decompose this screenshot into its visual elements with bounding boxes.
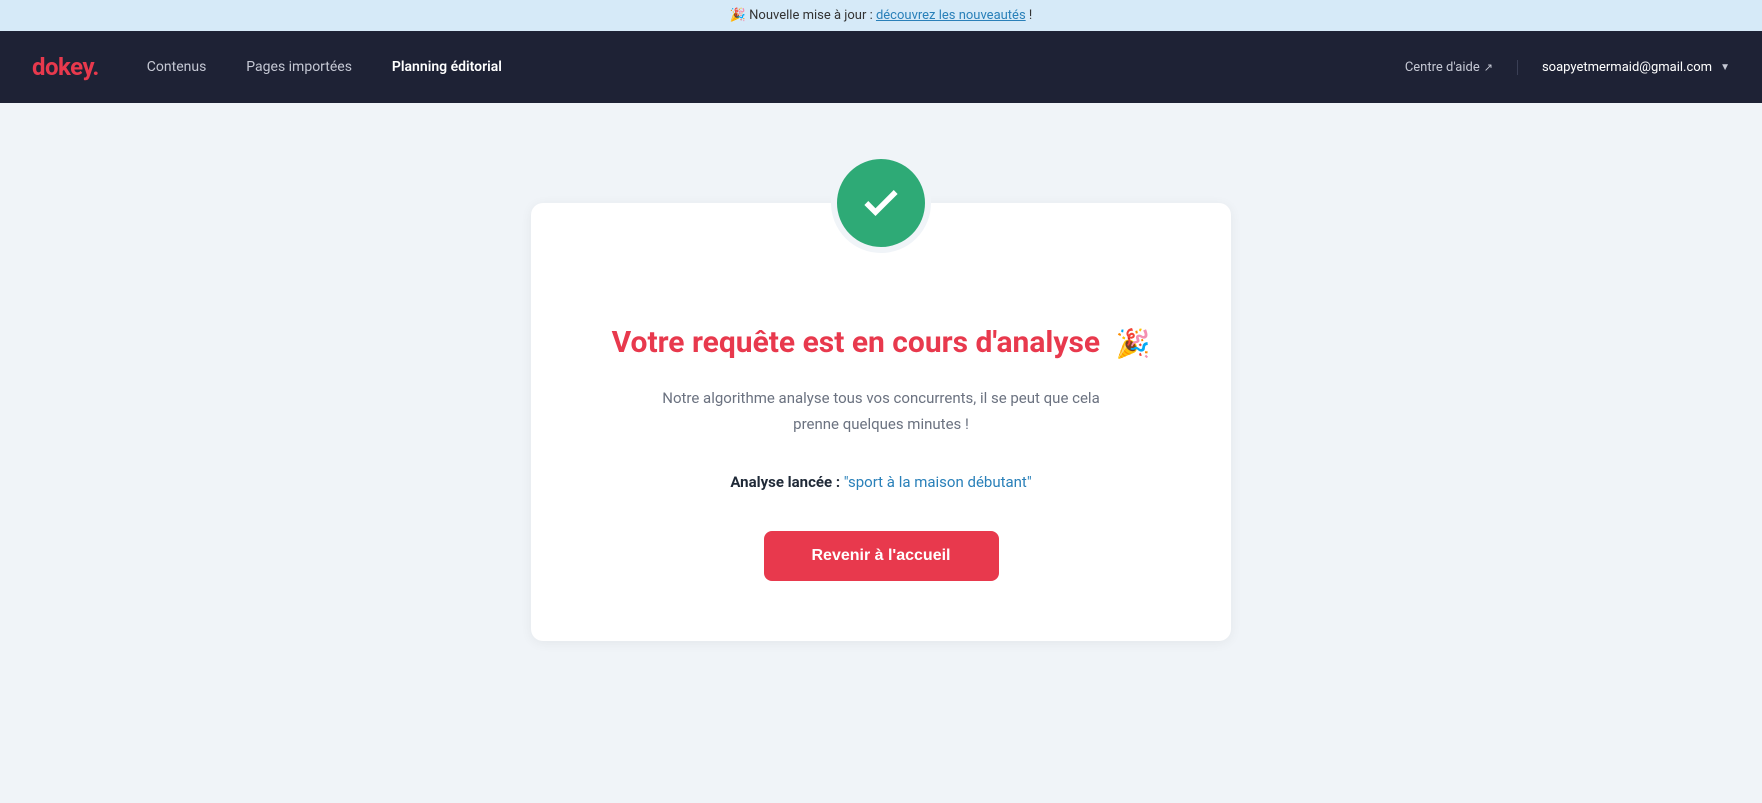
analysis-info: Analyse lancée : "sport à la maison débu… bbox=[611, 473, 1151, 491]
subtitle-line1: Notre algorithme analyse tous vos concur… bbox=[662, 389, 1099, 407]
nav-item-contenus[interactable]: Contenus bbox=[147, 59, 207, 75]
success-check-icon bbox=[831, 153, 931, 253]
nav-item-planning-editorial[interactable]: Planning éditorial bbox=[392, 59, 502, 75]
back-to-home-button[interactable]: Revenir à l'accueil bbox=[764, 531, 999, 581]
success-title: Votre requête est en cours d'analyse 🎉 bbox=[611, 323, 1151, 362]
logo-dot: . bbox=[92, 53, 98, 81]
check-circle-wrapper bbox=[831, 153, 931, 253]
logo[interactable]: dokey. bbox=[32, 53, 99, 81]
analysis-keyword: "sport à la maison débutant" bbox=[844, 473, 1032, 491]
main-nav: Contenus Pages importées Planning éditor… bbox=[147, 59, 1405, 75]
success-title-text: Votre requête est en cours d'analyse bbox=[612, 325, 1101, 360]
chevron-down-icon: ▼ bbox=[1720, 62, 1730, 73]
success-subtitle: Notre algorithme analyse tous vos concur… bbox=[611, 386, 1151, 437]
help-link[interactable]: Centre d'aide ↗ bbox=[1405, 60, 1518, 75]
announcement-text-after: ! bbox=[1026, 8, 1033, 23]
announcement-bar: 🎉 Nouvelle mise à jour : découvrez les n… bbox=[0, 0, 1762, 31]
announcement-text-before: 🎉 Nouvelle mise à jour : bbox=[730, 8, 876, 23]
external-link-icon: ↗ bbox=[1484, 61, 1493, 74]
help-label: Centre d'aide bbox=[1405, 60, 1480, 75]
main-content: Votre requête est en cours d'analyse 🎉 N… bbox=[0, 103, 1762, 798]
success-card: Votre requête est en cours d'analyse 🎉 N… bbox=[531, 203, 1231, 641]
navbar-right: Centre d'aide ↗ soapyetmermaid@gmail.com… bbox=[1405, 60, 1730, 75]
navbar: dokey. Contenus Pages importées Planning… bbox=[0, 31, 1762, 103]
subtitle-line2: prenne quelques minutes ! bbox=[793, 415, 969, 433]
announcement-link[interactable]: découvrez les nouveautés bbox=[876, 8, 1026, 23]
logo-text: dokey bbox=[32, 53, 92, 81]
checkmark-svg bbox=[859, 181, 903, 225]
nav-item-pages-importees[interactable]: Pages importées bbox=[246, 59, 352, 75]
user-email: soapyetmermaid@gmail.com bbox=[1542, 60, 1712, 75]
user-menu[interactable]: soapyetmermaid@gmail.com ▼ bbox=[1542, 60, 1730, 75]
title-emoji: 🎉 bbox=[1116, 326, 1151, 362]
analysis-label: Analyse lancée : bbox=[730, 473, 840, 491]
